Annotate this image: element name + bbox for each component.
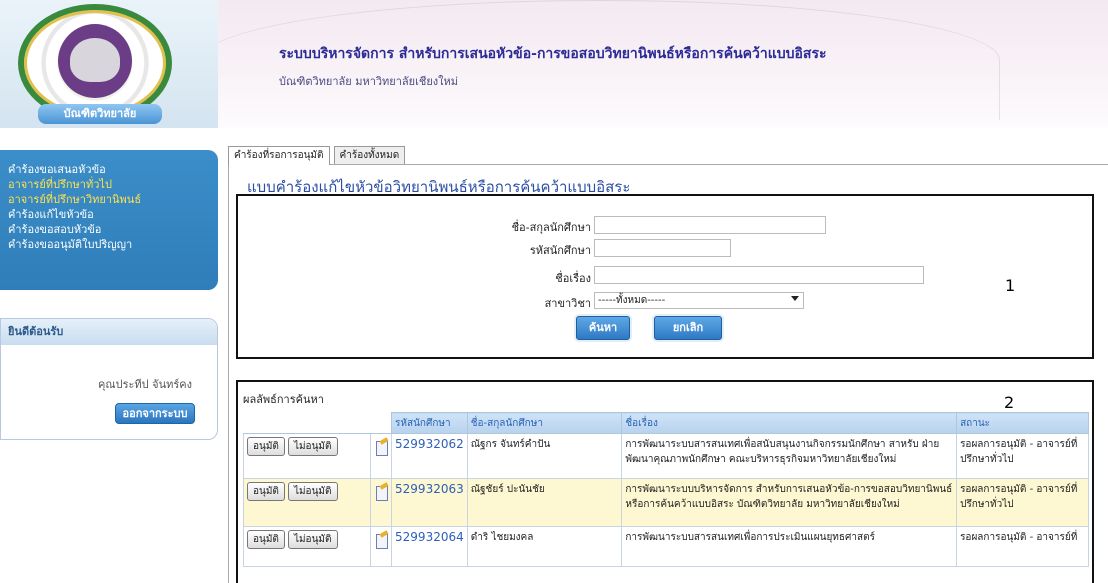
sidebar: คำร้องขอเสนอหัวข้อ อาจารย์ที่ปรึกษาทั่วไ… (0, 128, 218, 583)
search-button[interactable]: ค้นหา (576, 316, 630, 340)
table-row: อนุมัติ ไม่อนุมัติ 529932064 ดำริ ไชยมงคล… (242, 526, 1089, 567)
sidebar-menu: คำร้องขอเสนอหัวข้อ อาจารย์ที่ปรึกษาทั่วไ… (0, 150, 218, 290)
subject-cell: การพัฒนาระบบสารสนเทศเพื่อสนับสนุนงานกิจก… (621, 433, 958, 479)
tab-bar: คำร้องที่รอการอนุมัติ คำร้องทั้งหมด (228, 146, 409, 165)
row-edit-cell (370, 526, 393, 567)
welcome-title: ยินดีต้อนรับ (1, 319, 217, 345)
header-actions-cell (243, 412, 371, 434)
student-id-link[interactable]: 529932063 (395, 482, 464, 496)
reject-button[interactable]: ไม่อนุมัติ (287, 530, 338, 549)
major-label: สาขาวิชา (544, 297, 591, 310)
sidebar-item-degree-approval[interactable]: คำร้องขออนุมัติใบปริญญา (8, 237, 210, 252)
sidebar-item-propose-topic[interactable]: คำร้องขอเสนอหัวข้อ (8, 162, 210, 177)
status-cell: รอผลการอนุมัติ - อาจารย์ที่ (956, 526, 1089, 567)
student-name-cell: ดำริ ไชยมงคล (466, 526, 623, 567)
status-cell: รอผลการอนุมัติ - อาจารย์ที่ปรึกษาทั่วไป (956, 433, 1089, 479)
page-header: บัณฑิตวิทยาลัย ระบบบริหารจัดการ สำหรับกา… (0, 0, 1108, 128)
sidebar-item-thesis-advisor[interactable]: อาจารย์ที่ปรึกษาวิทยานิพนธ์ (8, 192, 210, 207)
cancel-button[interactable]: ยกเลิก (654, 316, 722, 340)
student-id-label: รหัสนักศึกษา (529, 244, 591, 257)
edit-document-icon[interactable] (374, 439, 389, 456)
column-header-student-id[interactable]: รหัสนักศึกษา (391, 412, 468, 434)
table-row: อนุมัติ ไม่อนุมัติ 529932062 ณัฐกร จันทร์… (242, 433, 1089, 479)
reject-button[interactable]: ไม่อนุมัติ (287, 482, 338, 501)
major-select[interactable]: -----ทั้งหมด----- (594, 292, 804, 309)
status-cell: รอผลการอนุมัติ - อาจารย์ที่ปรึกษาทั่วไป (956, 478, 1089, 527)
subject-label: ชื่อเรื่อง (555, 272, 591, 285)
sidebar-item-exam-topic[interactable]: คำร้องขอสอบหัวข้อ (8, 222, 210, 237)
edit-document-icon[interactable] (374, 532, 389, 549)
page-title: ระบบบริหารจัดการ สำหรับการเสนอหัวข้อ-การ… (279, 46, 827, 62)
results-panel: ผลลัพธ์การค้นหา 2 รหัสนักศึกษา ชื่อ-สกุล… (236, 380, 1094, 583)
sidebar-item-edit-topic[interactable]: คำร้องแก้ไขหัวข้อ (8, 207, 210, 222)
logo-area: บัณฑิตวิทยาลัย (0, 0, 218, 128)
approve-button[interactable]: อนุมัติ (247, 482, 285, 501)
header-icon-cell (370, 412, 392, 434)
tab-all-requests[interactable]: คำร้องทั้งหมด (333, 146, 406, 164)
row-actions: อนุมัติ ไม่อนุมัติ (242, 478, 372, 527)
major-select-value: -----ทั้งหมด----- (598, 295, 666, 306)
student-id-link[interactable]: 529932064 (395, 530, 464, 544)
student-name-cell: ณัฐกร จันทร์คำปัน (466, 433, 623, 479)
annotation-number-1: 1 (1005, 276, 1016, 295)
logo-banner: บัณฑิตวิทยาลัย (38, 104, 162, 124)
logout-button[interactable]: ออกจากระบบ (115, 403, 195, 424)
user-name: คุณประทีป จันทร์คง (98, 378, 192, 391)
column-header-subject[interactable]: ชื่อเรื่อง (621, 412, 958, 434)
page-subtitle: บัณฑิตวิทยาลัย มหาวิทยาลัยเชียงใหม่ (279, 75, 459, 88)
name-label: ชื่อ-สกุลนักศึกษา (511, 221, 591, 234)
student-id-cell: 529932062 (391, 433, 468, 479)
row-edit-cell (370, 478, 393, 527)
student-id-link[interactable]: 529932062 (395, 437, 464, 451)
approve-button[interactable]: อนุมัติ (247, 530, 285, 549)
column-header-status[interactable]: สถานะ (956, 412, 1089, 434)
results-table: รหัสนักศึกษา ชื่อ-สกุลนักศึกษา ชื่อเรื่อ… (242, 412, 1089, 567)
table-row: อนุมัติ ไม่อนุมัติ 529932063 ณัฐชัยร์ ปะน… (242, 478, 1089, 527)
row-actions: อนุมัติ ไม่อนุมัติ (242, 526, 372, 567)
student-id-input[interactable] (594, 239, 731, 257)
edit-document-icon[interactable] (374, 484, 389, 501)
elephant-emblem-icon (58, 24, 132, 98)
chevron-down-icon (791, 296, 799, 301)
subject-cell: การพัฒนาระบบบริหารจัดการ สำหรับการเสนอหั… (621, 478, 958, 527)
column-header-student-name[interactable]: ชื่อ-สกุลนักศึกษา (466, 412, 623, 434)
row-actions: อนุมัติ ไม่อนุมัติ (242, 433, 372, 479)
subject-input[interactable] (594, 266, 924, 284)
table-header-row: รหัสนักศึกษา ชื่อ-สกุลนักศึกษา ชื่อเรื่อ… (243, 412, 1089, 434)
subject-cell: การพัฒนาระบบสารสนเทศเพื่อการประเมินแผนยุ… (621, 526, 958, 567)
approve-button[interactable]: อนุมัติ (247, 437, 285, 456)
tab-pending-requests[interactable]: คำร้องที่รอการอนุมัติ (228, 146, 330, 165)
student-id-cell: 529932064 (391, 526, 468, 567)
student-name-cell: ณัฐชัยร์ ปะนันชัย (466, 478, 623, 527)
welcome-panel: ยินดีต้อนรับ คุณประทีป จันทร์คง ออกจากระ… (0, 318, 218, 440)
search-form: ชื่อ-สกุลนักศึกษา รหัสนักศึกษา ชื่อเรื่อ… (236, 194, 1094, 359)
student-id-cell: 529932063 (391, 478, 468, 527)
reject-button[interactable]: ไม่อนุมัติ (287, 437, 338, 456)
annotation-number-2: 2 (1004, 393, 1015, 412)
row-edit-cell (370, 433, 393, 479)
results-title: ผลลัพธ์การค้นหา (243, 393, 324, 406)
student-name-input[interactable] (594, 216, 826, 234)
sidebar-item-general-advisor[interactable]: อาจารย์ที่ปรึกษาทั่วไป (8, 177, 210, 192)
